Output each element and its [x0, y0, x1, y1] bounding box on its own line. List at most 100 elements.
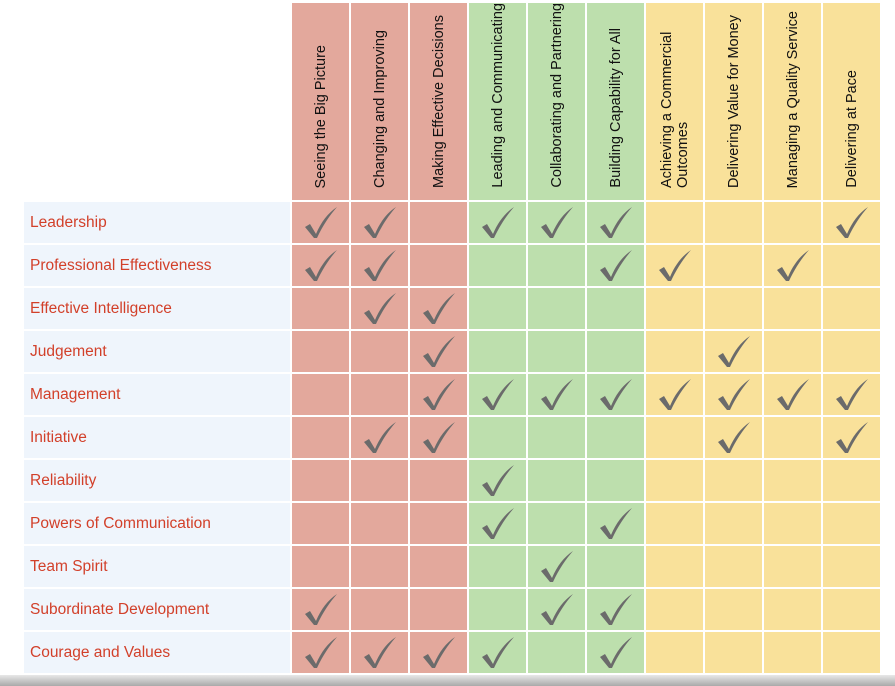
matrix-cell	[351, 460, 408, 501]
checkmark-icon	[540, 378, 573, 410]
matrix-cell	[705, 460, 762, 501]
column-header-label: Managing a Quality Service	[784, 10, 801, 188]
matrix-cell	[528, 374, 585, 415]
matrix-cell	[764, 589, 821, 630]
column-header-label: Achieving a Commercial Outcomes	[658, 31, 691, 188]
matrix-cell	[587, 417, 644, 458]
column-header-label: Collaborating and Partnering	[548, 3, 565, 188]
matrix-cell	[292, 632, 349, 673]
checkmark-icon	[776, 249, 809, 281]
checkmark-icon	[835, 421, 868, 453]
column-header: Making Effective Decisions	[410, 3, 467, 200]
row-label: Judgement	[24, 331, 290, 372]
matrix-cell	[469, 460, 526, 501]
matrix-cell	[646, 546, 703, 587]
matrix-cell	[646, 288, 703, 329]
column-header-label: Building Capability for All	[607, 28, 624, 188]
column-header: Delivering at Pace	[823, 3, 880, 200]
checkmark-icon	[363, 292, 396, 324]
matrix-cell	[351, 202, 408, 243]
checkmark-icon	[363, 249, 396, 281]
matrix-cell	[705, 245, 762, 286]
checkmark-icon	[422, 292, 455, 324]
checkmark-icon	[304, 593, 337, 625]
matrix-cell	[528, 546, 585, 587]
checkmark-icon	[304, 249, 337, 281]
matrix-cell	[410, 546, 467, 587]
matrix-cell	[351, 546, 408, 587]
matrix-cell	[646, 331, 703, 372]
row-label: Effective Intelligence	[24, 288, 290, 329]
matrix-cell	[823, 460, 880, 501]
matrix-cell	[410, 589, 467, 630]
checkmark-icon	[599, 206, 632, 238]
matrix-cell	[469, 245, 526, 286]
column-header: Seeing the Big Picture	[292, 3, 349, 200]
matrix-cell	[823, 202, 880, 243]
matrix-cell	[823, 245, 880, 286]
matrix-cell	[528, 460, 585, 501]
matrix-cell	[292, 460, 349, 501]
checkmark-icon	[717, 378, 750, 410]
matrix-cell	[764, 331, 821, 372]
matrix-cell	[705, 589, 762, 630]
checkmark-icon	[599, 249, 632, 281]
matrix-cell	[292, 202, 349, 243]
matrix-cell	[528, 202, 585, 243]
matrix-cell	[823, 546, 880, 587]
checkmark-icon	[363, 421, 396, 453]
matrix-cell	[292, 331, 349, 372]
matrix-cell	[587, 503, 644, 544]
column-header-label: Leading and Communicating	[489, 3, 506, 188]
matrix-cell	[528, 245, 585, 286]
matrix-cell	[351, 331, 408, 372]
matrix-cell	[705, 288, 762, 329]
matrix-cell	[764, 632, 821, 673]
matrix-cell	[469, 374, 526, 415]
matrix-cell	[764, 460, 821, 501]
matrix-cell	[764, 202, 821, 243]
matrix-cell	[410, 460, 467, 501]
column-header-label: Delivering Value for Money	[725, 14, 742, 188]
matrix-cell	[351, 245, 408, 286]
matrix-cell	[646, 632, 703, 673]
matrix-cell	[469, 331, 526, 372]
corner-cell	[24, 3, 290, 200]
matrix-cell	[292, 546, 349, 587]
row-label: Reliability	[24, 460, 290, 501]
column-header-label: Seeing the Big Picture	[312, 44, 329, 188]
matrix-cell	[351, 417, 408, 458]
checkmark-icon	[540, 593, 573, 625]
matrix-cell	[351, 374, 408, 415]
checkmark-icon	[422, 421, 455, 453]
checkmark-icon	[481, 507, 514, 539]
matrix-cell	[410, 288, 467, 329]
checkmark-icon	[540, 206, 573, 238]
matrix-cell	[292, 288, 349, 329]
matrix-cell	[764, 503, 821, 544]
matrix-cell	[646, 503, 703, 544]
row-label: Team Spirit	[24, 546, 290, 587]
matrix-cell	[292, 374, 349, 415]
matrix-cell	[587, 589, 644, 630]
checkmark-icon	[717, 421, 750, 453]
competency-matrix: Seeing the Big Picture Changing and Impro…	[24, 3, 880, 673]
matrix-cell	[823, 288, 880, 329]
matrix-cell	[292, 589, 349, 630]
matrix-cell	[705, 374, 762, 415]
matrix-cell	[528, 632, 585, 673]
matrix-cell	[410, 331, 467, 372]
matrix-cell	[410, 245, 467, 286]
matrix-cell	[646, 589, 703, 630]
matrix-cell	[292, 417, 349, 458]
matrix-cell	[764, 374, 821, 415]
matrix-cell	[469, 202, 526, 243]
checkmark-icon	[481, 206, 514, 238]
matrix-cell	[764, 417, 821, 458]
checkmark-icon	[835, 206, 868, 238]
row-label: Powers of Communication	[24, 503, 290, 544]
checkmark-icon	[304, 206, 337, 238]
matrix-cell	[410, 503, 467, 544]
checkmark-icon	[481, 464, 514, 496]
column-header-label: Delivering at Pace	[843, 70, 860, 188]
